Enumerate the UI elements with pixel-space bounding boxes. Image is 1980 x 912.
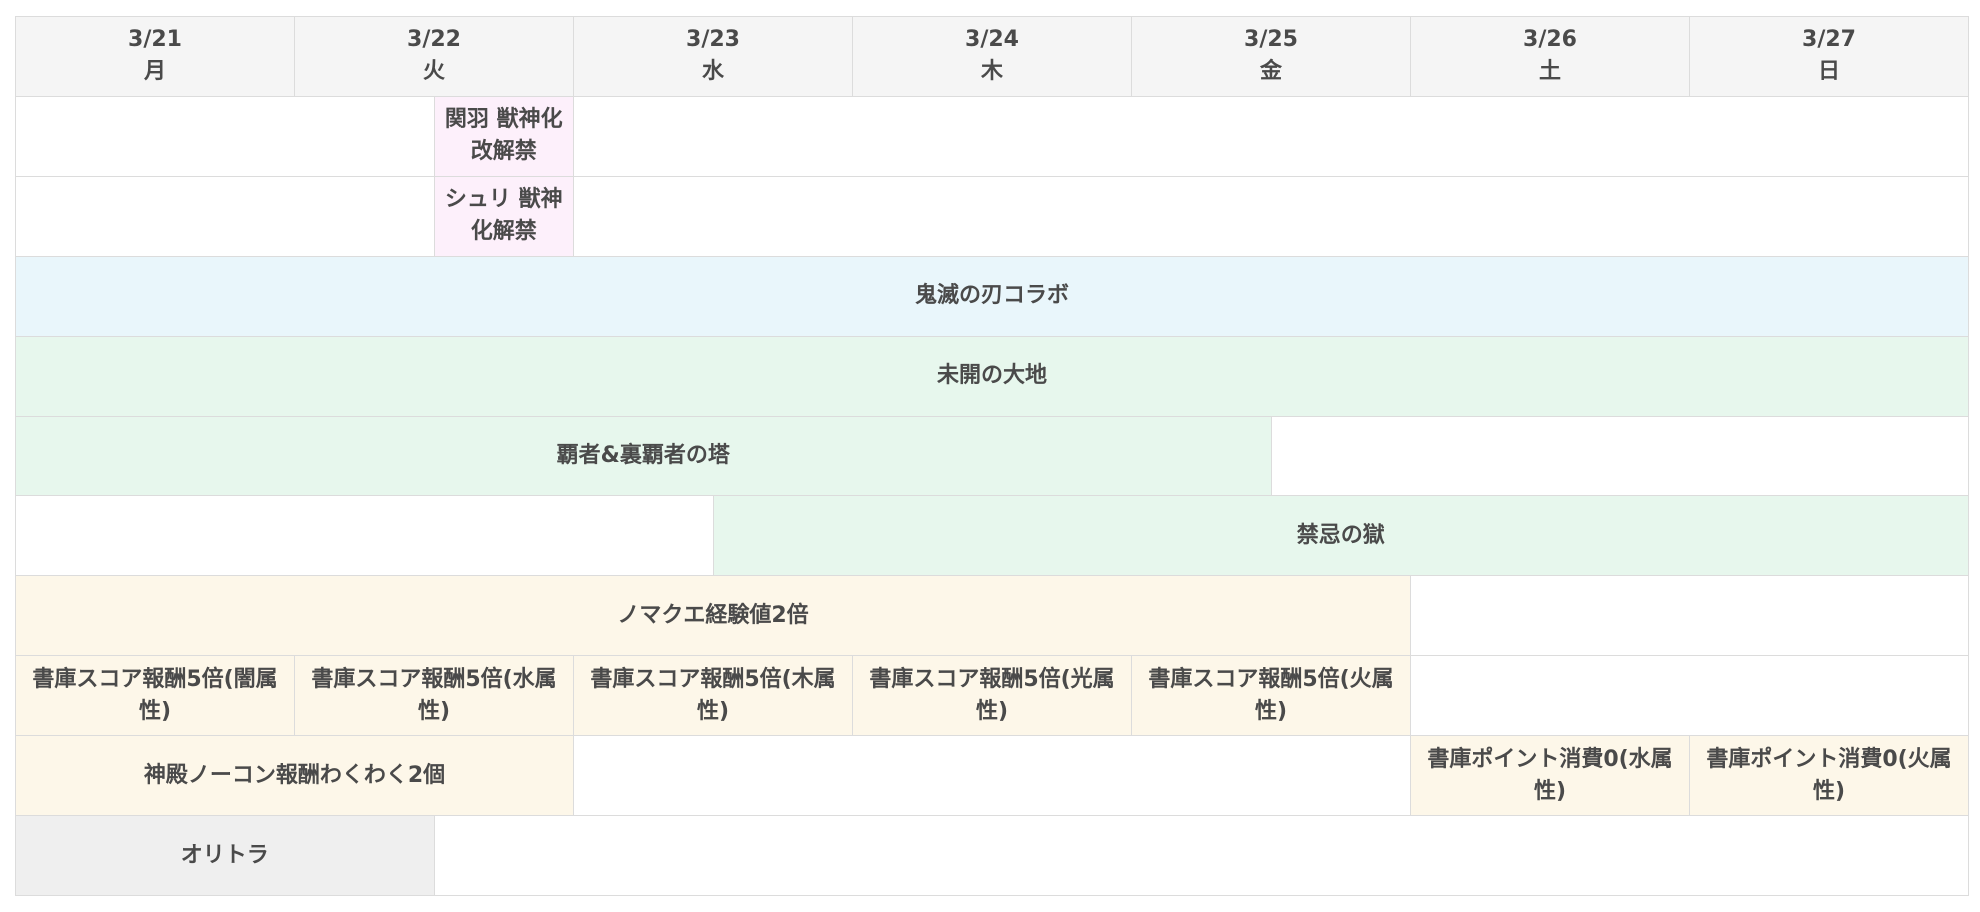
day-weekday: 金 (1259, 59, 1282, 85)
day-date: 3/27 (1802, 27, 1856, 53)
day-header-1: 3/21 月 (16, 17, 295, 97)
day-weekday: 日 (1817, 59, 1840, 85)
day-date: 3/24 (965, 27, 1019, 53)
empty-cell (1411, 656, 1969, 737)
event-library-score-dark[interactable]: 書庫スコア報酬5倍(闇属性) (16, 656, 295, 737)
day-header-5: 3/25 金 (1132, 17, 1411, 97)
day-weekday: 火 (422, 59, 445, 85)
event-library-score-water[interactable]: 書庫スコア報酬5倍(水属性) (295, 656, 574, 737)
day-weekday: 木 (980, 59, 1003, 85)
event-mikai-daichi[interactable]: 未開の大地 (16, 336, 1969, 417)
event-normal-quest-exp[interactable]: ノマクエ経験値2倍 (16, 576, 1411, 657)
day-date: 3/22 (407, 27, 461, 53)
event-library-score-wood[interactable]: 書庫スコア報酬5倍(木属性) (574, 656, 853, 737)
empty-cell (16, 496, 714, 577)
event-shuri-unlock[interactable]: シュリ 獣神化解禁 (434, 176, 574, 257)
empty-cell (434, 816, 1969, 896)
event-oritora[interactable]: オリトラ (16, 816, 435, 896)
day-header-7: 3/27 日 (1690, 17, 1969, 97)
event-hasha-tower[interactable]: 覇者&裏覇者の塔 (16, 416, 1272, 497)
day-header-6: 3/26 土 (1411, 17, 1690, 97)
day-header-3: 3/23 水 (574, 17, 853, 97)
event-library-score-fire[interactable]: 書庫スコア報酬5倍(火属性) (1132, 656, 1411, 737)
empty-cell (16, 176, 435, 257)
event-library-score-light[interactable]: 書庫スコア報酬5倍(光属性) (853, 656, 1132, 737)
day-weekday: 土 (1538, 59, 1561, 85)
event-kinki-goku[interactable]: 禁忌の獄 (713, 496, 1969, 577)
event-library-point-fire[interactable]: 書庫ポイント消費0(火属性) (1690, 736, 1969, 817)
event-library-point-water[interactable]: 書庫ポイント消費0(水属性) (1411, 736, 1690, 817)
day-date: 3/26 (1523, 27, 1577, 53)
event-kimetsu-collab[interactable]: 鬼滅の刃コラボ (16, 256, 1969, 337)
day-weekday: 月 (143, 59, 166, 85)
day-weekday: 水 (701, 59, 724, 85)
empty-cell (1271, 416, 1969, 497)
event-calendar: 3/21 月 3/22 火 3/23 水 3/24 木 3/25 金 3/26 … (15, 16, 1969, 896)
empty-cell (574, 96, 1969, 177)
event-temple-noncon-reward[interactable]: 神殿ノーコン報酬わくわく2個 (16, 736, 574, 817)
empty-cell (16, 96, 435, 177)
day-header-4: 3/24 木 (853, 17, 1132, 97)
event-guanyu-unlock[interactable]: 関羽 獣神化改解禁 (434, 96, 574, 177)
empty-cell (1411, 576, 1969, 657)
day-header-2: 3/22 火 (295, 17, 574, 97)
day-date: 3/21 (128, 27, 182, 53)
empty-cell (574, 176, 1969, 257)
empty-cell (574, 736, 1411, 817)
day-date: 3/25 (1244, 27, 1298, 53)
day-date: 3/23 (686, 27, 740, 53)
